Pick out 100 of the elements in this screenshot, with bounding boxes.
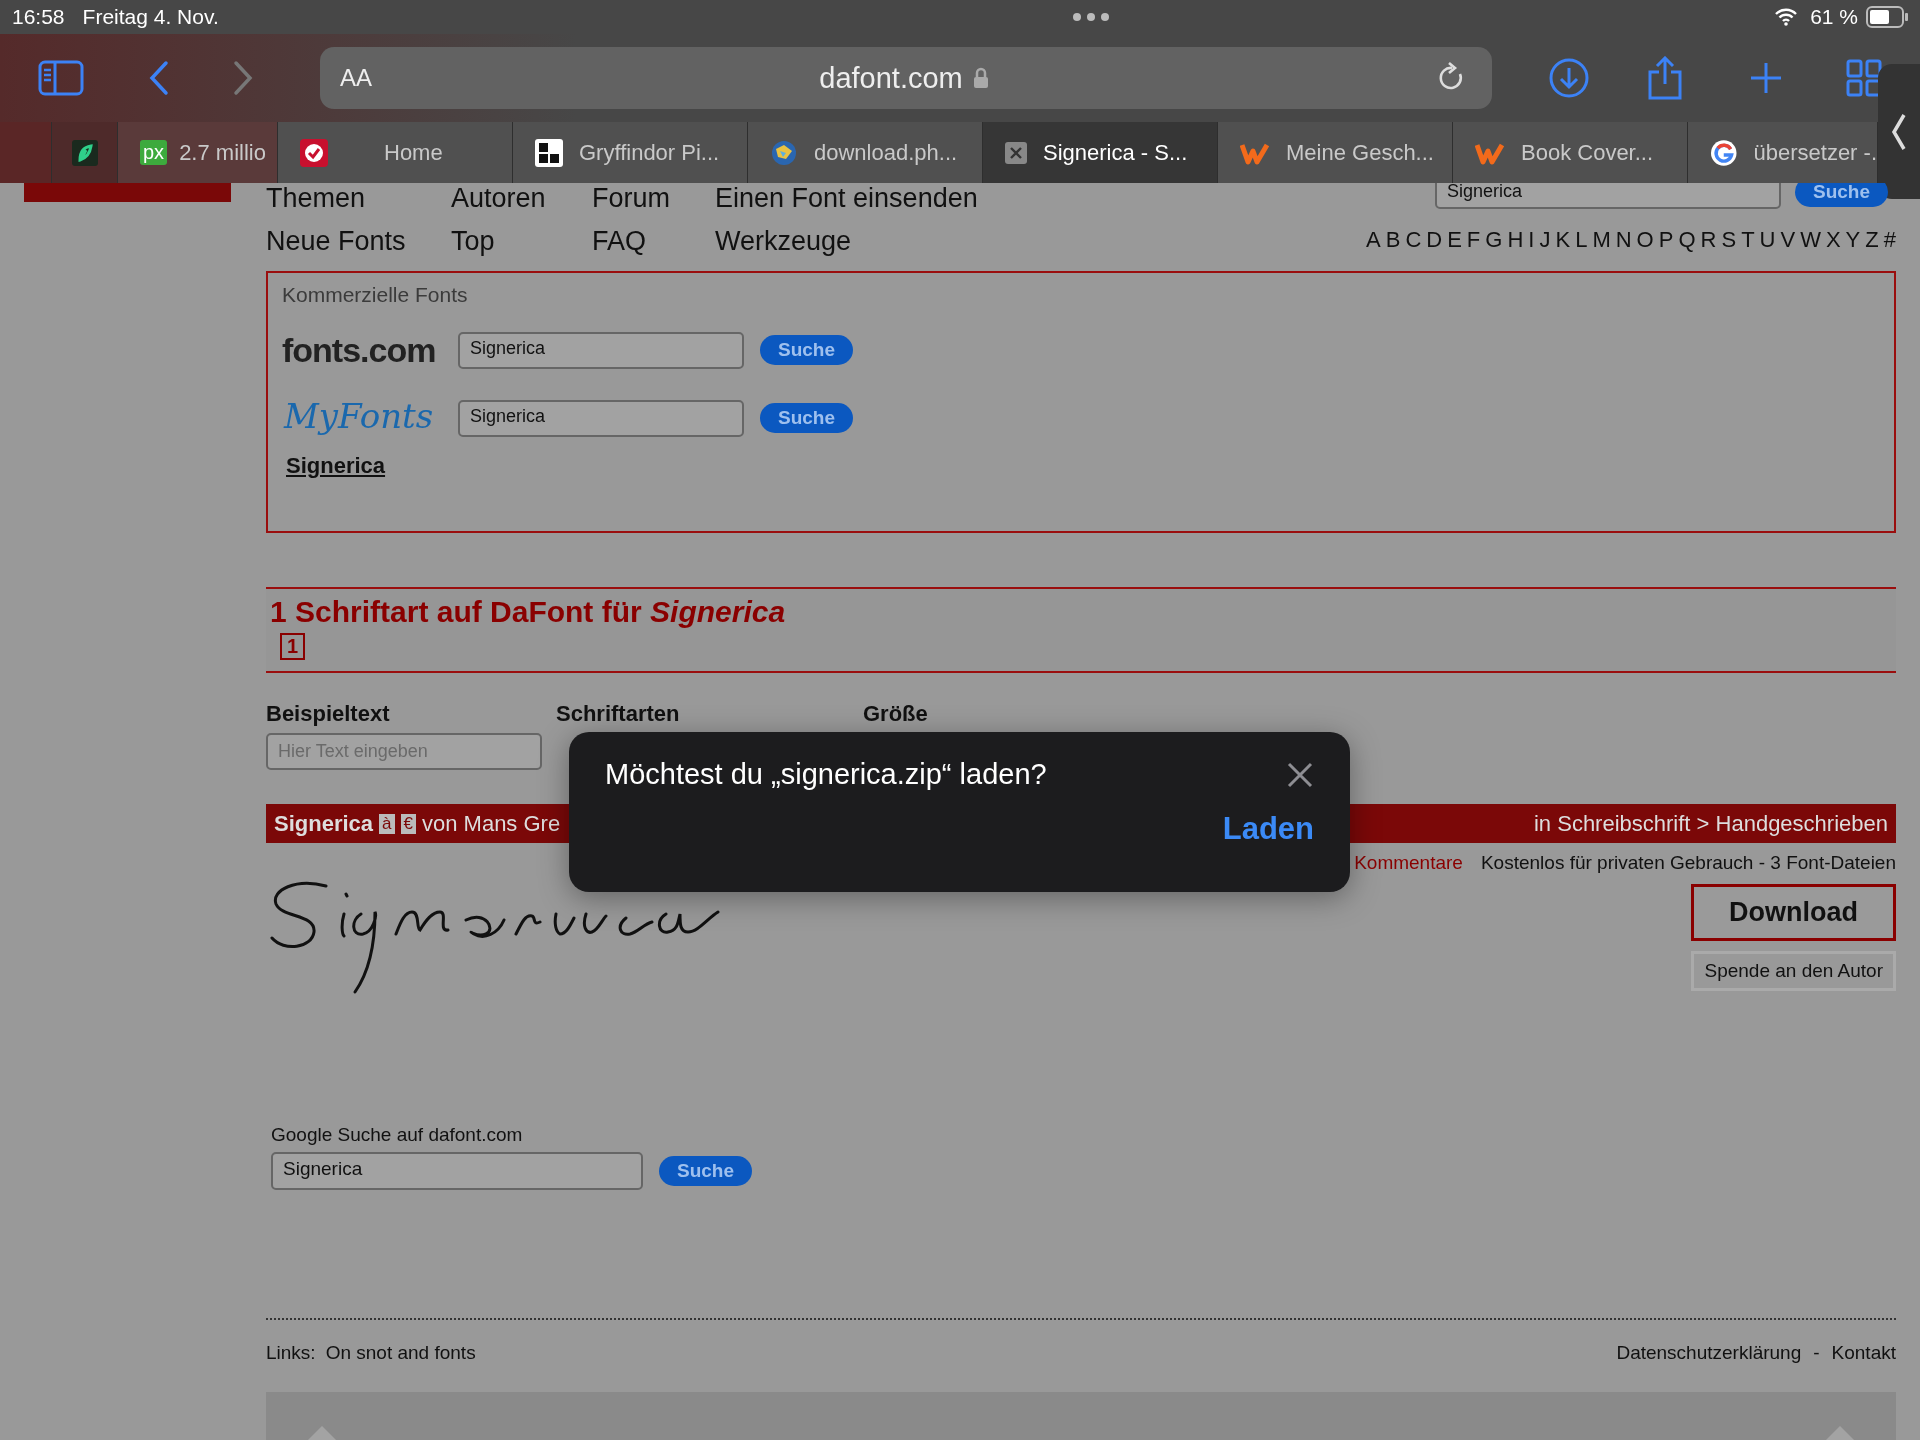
letter-link[interactable]: A — [1366, 227, 1381, 253]
pattern-icon — [535, 138, 563, 167]
tabs-overview-icon[interactable] — [1846, 59, 1882, 97]
letter-link[interactable]: Y — [1845, 227, 1861, 253]
letter-link[interactable]: U — [1759, 227, 1776, 253]
letter-link[interactable]: L — [1575, 227, 1588, 253]
letter-link[interactable]: D — [1426, 227, 1443, 253]
search-field[interactable]: Signerica — [1434, 183, 1781, 209]
letter-link[interactable]: E — [1447, 227, 1462, 253]
donate-button[interactable]: Spende an den Autor — [1691, 951, 1896, 991]
close-icon[interactable] — [1005, 141, 1027, 164]
letter-link[interactable]: C — [1405, 227, 1422, 253]
nav-link[interactable]: Autoren — [451, 183, 592, 214]
browser-tab[interactable]: Book Cover... — [1453, 122, 1688, 183]
letter-link[interactable]: H — [1507, 227, 1524, 253]
author-text[interactable]: von Mans Gre — [422, 810, 561, 837]
leaf-icon — [72, 139, 98, 166]
links-label: Links: — [266, 1342, 316, 1364]
nav-link[interactable]: Forum — [592, 183, 715, 214]
nav-link[interactable]: Themen — [266, 183, 451, 214]
browser-tab[interactable] — [52, 122, 118, 183]
tab-title: Book Cover... — [1521, 139, 1654, 166]
lock-icon — [972, 67, 989, 89]
letter-link[interactable]: R — [1700, 227, 1717, 253]
chevron-icon — [1891, 111, 1907, 152]
search-button[interactable]: Suche — [1794, 183, 1888, 207]
download-icon[interactable] — [1548, 57, 1590, 99]
search-button[interactable]: Suche — [760, 403, 854, 433]
tab-title: Signerica - S... — [1043, 139, 1188, 166]
browser-tab[interactable]: px 2.7 millio — [118, 122, 278, 183]
letter-link[interactable]: M — [1592, 227, 1611, 253]
letter-link[interactable]: Q — [1678, 227, 1696, 253]
sample-text-field[interactable]: Hier Text eingeben — [266, 733, 542, 770]
letter-link[interactable]: I — [1528, 227, 1535, 253]
results-title: 1 Schriftart auf DaFont für Signerica — [270, 595, 786, 629]
more-icon[interactable] — [1072, 12, 1111, 22]
browser-tab[interactable]: Meine Gesch... — [1218, 122, 1453, 183]
sidebar-icon[interactable] — [38, 60, 84, 96]
letter-link[interactable]: Z — [1865, 227, 1879, 253]
site-icon: px — [140, 140, 168, 165]
footer-link[interactable]: Kontakt — [1831, 1342, 1896, 1364]
back-icon[interactable] — [148, 60, 170, 96]
comments-link[interactable]: Kommentare — [1354, 852, 1463, 874]
tag: € — [400, 813, 416, 834]
address-bar[interactable]: AA dafont.com — [320, 47, 1492, 109]
search-field[interactable]: Signerica — [458, 399, 744, 437]
g-logo-icon — [1710, 138, 1738, 167]
battery-icon — [1866, 6, 1908, 28]
letter-link[interactable]: V — [1780, 227, 1796, 253]
letter-link[interactable]: J — [1539, 227, 1551, 253]
browser-tab[interactable]: übersetzer -. — [1688, 122, 1878, 183]
browser-tab[interactable]: Home — [278, 122, 513, 183]
checkmark-icon — [300, 138, 328, 167]
letter-link[interactable]: S — [1721, 227, 1737, 253]
share-icon[interactable] — [1646, 56, 1684, 100]
battery-level: 61 % — [1810, 5, 1858, 29]
font-link[interactable]: Signerica — [286, 453, 1880, 479]
letter-link[interactable]: B — [1385, 227, 1401, 253]
browser-tab[interactable]: download.ph... — [748, 122, 983, 183]
letter-link[interactable]: W — [1800, 227, 1821, 253]
footer-link[interactable]: On snot and fonts — [325, 1342, 476, 1364]
tab-title: download.ph... — [814, 139, 958, 166]
category-text[interactable]: in Schreibschrift > Handgeschrieben — [1533, 810, 1888, 837]
control-label: Größe — [863, 701, 928, 727]
sidebar-handle[interactable] — [1878, 64, 1920, 199]
search-button[interactable]: Suche — [659, 1156, 753, 1186]
plus-icon[interactable] — [1748, 60, 1784, 96]
letter-link[interactable]: F — [1466, 227, 1481, 253]
letter-link[interactable]: T — [1741, 227, 1755, 253]
clock: 16:58 — [12, 5, 65, 29]
date: Freitag 4. Nov. — [82, 5, 219, 29]
letter-link[interactable]: P — [1658, 227, 1674, 253]
letter-link[interactable]: G — [1485, 227, 1503, 253]
nav-link[interactable]: Einen Font einsenden — [715, 183, 978, 214]
tag: à — [379, 813, 395, 834]
control-label: Beispieltext — [266, 701, 391, 727]
nav-link[interactable]: Top — [451, 226, 592, 257]
page-number[interactable]: 1 — [280, 633, 306, 660]
license-text: Kostenlos für privaten Gebrauch - 3 Font-Dateien — [1480, 852, 1896, 874]
letter-link[interactable]: K — [1555, 227, 1571, 253]
nav-link[interactable]: Neue Fonts — [266, 226, 451, 257]
footer-link[interactable]: Datenschutzerklärung — [1616, 1342, 1802, 1364]
download-button[interactable]: Download — [1691, 884, 1896, 941]
letter-link[interactable]: O — [1636, 227, 1654, 253]
search-field[interactable]: Signerica — [271, 1152, 643, 1190]
load-button[interactable]: Laden — [1222, 811, 1314, 847]
letter-link[interactable]: X — [1825, 227, 1841, 253]
search-field[interactable]: Signerica — [458, 331, 744, 369]
forward-icon[interactable] — [232, 60, 254, 96]
font-name[interactable]: Signerica — [274, 810, 374, 837]
logo[interactable]: fonts.com — [282, 330, 442, 370]
text-size-button[interactable]: AA — [340, 64, 372, 92]
search-button[interactable]: Suche — [760, 335, 854, 365]
dialog-message: Möchtest du „signerica.zip“ laden? — [605, 758, 1047, 791]
browser-tab[interactable]: Gryffindor Pi... — [513, 122, 748, 183]
letter-link[interactable]: # — [1883, 227, 1896, 253]
nav-link[interactable]: FAQ — [592, 226, 715, 257]
nav-link[interactable]: Werkzeuge — [715, 226, 978, 257]
close-icon[interactable] — [1286, 760, 1314, 789]
letter-link[interactable]: N — [1615, 227, 1632, 253]
